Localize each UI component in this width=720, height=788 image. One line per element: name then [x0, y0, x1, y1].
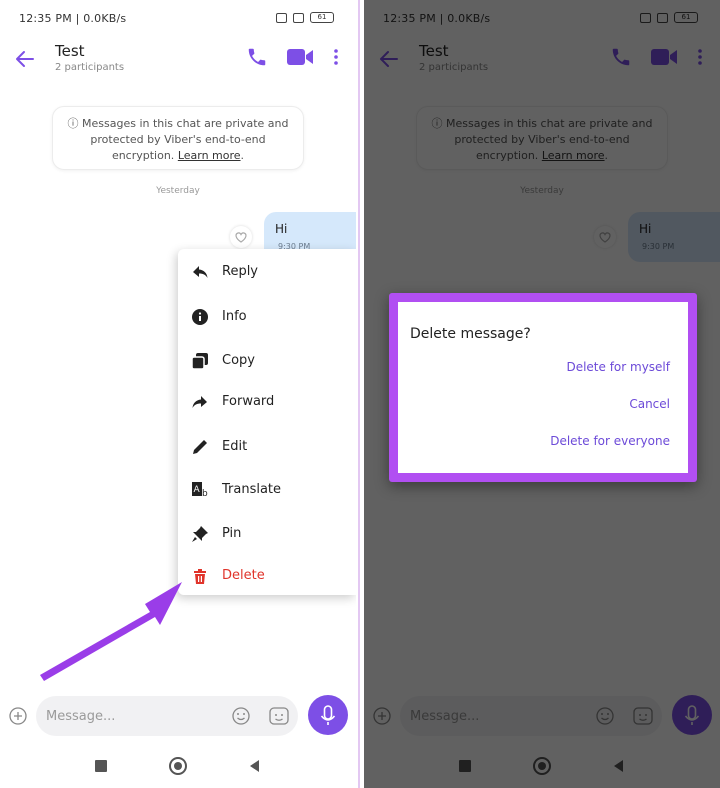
menu-label-reply: Reply: [222, 264, 259, 279]
microphone-button[interactable]: [308, 695, 348, 735]
delete-for-myself-button[interactable]: Delete for myself: [566, 360, 670, 374]
chat-title[interactable]: Test: [55, 42, 85, 60]
learn-more-link[interactable]: Learn more: [178, 149, 241, 162]
wifi-icon: [293, 12, 304, 23]
heart-icon[interactable]: [230, 226, 252, 248]
highlight-frame: Delete message? Delete for myself Cancel…: [389, 293, 697, 482]
menu-item-forward[interactable]: Forward: [178, 387, 356, 417]
menu-label-delete: Delete: [222, 568, 265, 583]
copy-icon: [191, 353, 208, 370]
status-bar: 12:35 PM | 0.0KB/s 61: [0, 0, 356, 38]
privacy-notice: ⓘ Messages in this chat are private and …: [52, 106, 304, 170]
svg-text:b: b: [202, 489, 208, 499]
chat-header: Test 2 participants: [0, 38, 356, 84]
menu-item-reply[interactable]: Reply: [178, 257, 356, 287]
sticker-icon[interactable]: [268, 706, 290, 726]
message-context-menu: Reply Info Copy Forward Edit Ab Translat…: [178, 249, 356, 595]
recent-apps-button[interactable]: [95, 760, 107, 772]
menu-item-translate[interactable]: Ab Translate: [178, 475, 356, 505]
message-text: Hi: [275, 222, 288, 236]
pin-icon: [192, 526, 208, 542]
chat-participants: 2 participants: [55, 62, 125, 73]
cancel-button[interactable]: Cancel: [629, 397, 670, 411]
chat-screen-with-context-menu: 12:35 PM | 0.0KB/s 61 Test 2 participant…: [0, 0, 356, 788]
privacy-text-2: protected by Viber's end-to-end: [90, 133, 266, 146]
privacy-line-3: encryption. Learn more.: [63, 148, 293, 164]
battery-indicator: 61: [310, 12, 334, 23]
trash-icon: [194, 569, 206, 584]
menu-label-edit: Edit: [222, 439, 248, 454]
menu-label-info: Info: [222, 309, 247, 324]
status-bar-text: 12:35 PM | 0.0KB/s: [19, 12, 127, 25]
info-icon: ⓘ: [67, 117, 82, 130]
menu-label-copy: Copy: [222, 353, 255, 368]
panel-divider: [356, 0, 364, 788]
microphone-icon: [320, 705, 336, 725]
menu-item-edit[interactable]: Edit: [178, 432, 356, 462]
edit-pencil-icon: [193, 440, 207, 454]
signal-icon: [276, 12, 287, 23]
forward-icon: [192, 396, 207, 408]
translate-icon: Ab: [192, 482, 208, 499]
privacy-text-1: Messages in this chat are private and: [82, 117, 289, 130]
privacy-suffix: .: [240, 149, 245, 162]
status-icons: 61: [276, 12, 334, 23]
delete-message-dialog: Delete message? Delete for myself Cancel…: [398, 302, 688, 473]
plus-circle-icon[interactable]: [8, 706, 28, 726]
menu-item-copy[interactable]: Copy: [178, 346, 356, 376]
emoji-icon[interactable]: [231, 706, 251, 726]
message-input[interactable]: [36, 696, 298, 736]
phone-icon[interactable]: [246, 46, 268, 68]
privacy-line-1: ⓘ Messages in this chat are private and: [63, 116, 293, 132]
privacy-text-3: encryption.: [111, 149, 178, 162]
menu-item-pin[interactable]: Pin: [178, 519, 356, 549]
date-separator: Yesterday: [156, 186, 200, 196]
android-nav-bar: [0, 746, 356, 788]
nav-back-icon[interactable]: [247, 758, 263, 774]
dialog-title: Delete message?: [410, 326, 531, 342]
menu-label-pin: Pin: [222, 526, 242, 541]
menu-item-delete[interactable]: Delete: [178, 561, 356, 591]
chat-screen-with-delete-dialog: 12:35 PM | 0.0KB/s 61 Test 2 participant…: [364, 0, 720, 788]
video-camera-icon[interactable]: [286, 46, 314, 68]
menu-label-translate: Translate: [222, 482, 282, 497]
delete-for-everyone-button[interactable]: Delete for everyone: [550, 434, 670, 448]
message-composer: [0, 692, 356, 742]
back-arrow-icon[interactable]: [14, 48, 36, 70]
home-button[interactable]: [169, 757, 187, 775]
more-vertical-icon[interactable]: [330, 46, 342, 68]
svg-text:A: A: [194, 485, 201, 495]
info-icon: [192, 309, 208, 325]
menu-item-info[interactable]: Info: [178, 302, 356, 332]
menu-label-forward: Forward: [222, 394, 275, 409]
reply-icon: [193, 266, 208, 278]
